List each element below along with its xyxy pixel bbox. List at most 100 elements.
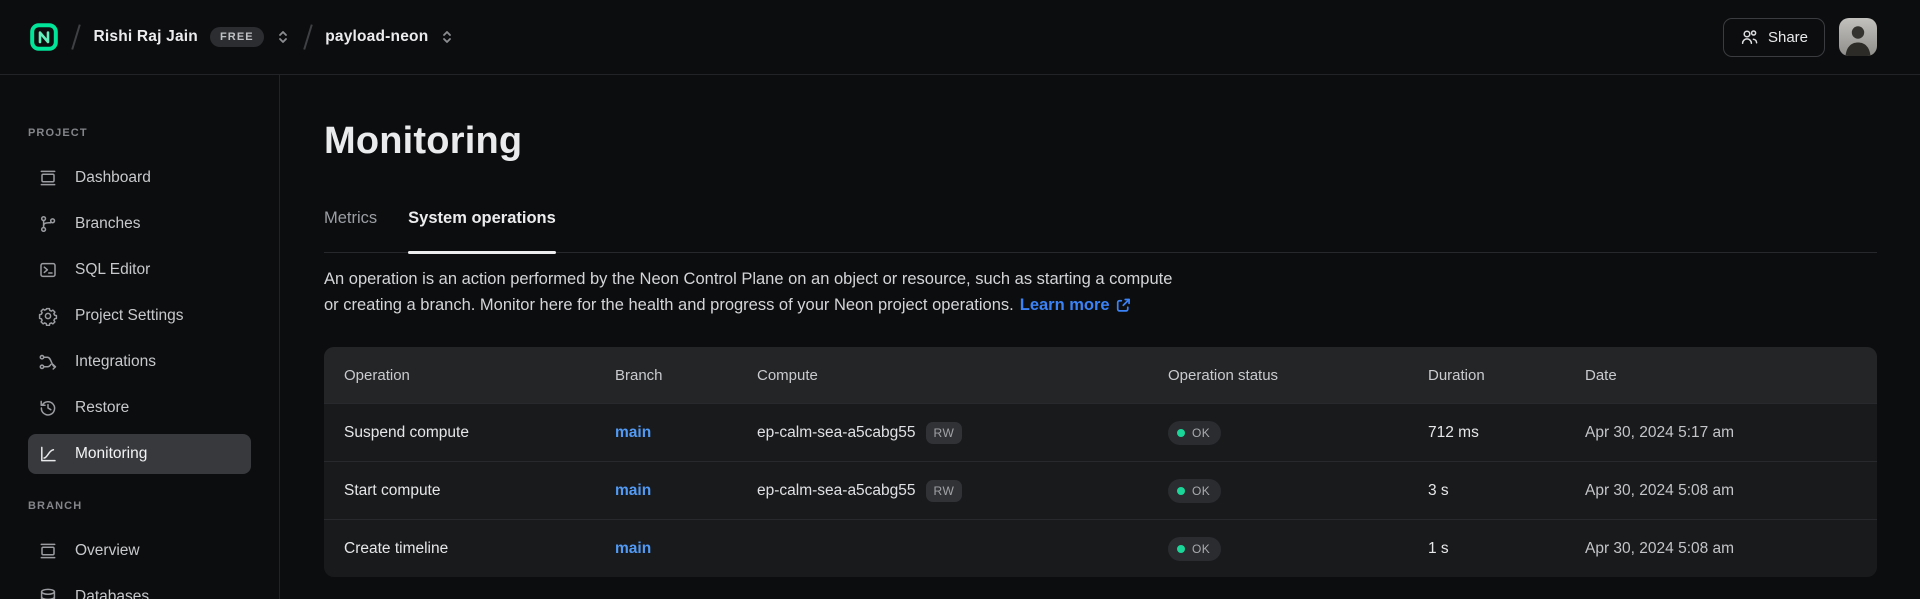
status-dot-icon bbox=[1177, 429, 1185, 437]
sidebar-item-databases[interactable]: Databases bbox=[28, 577, 251, 599]
column-header-duration: Duration bbox=[1408, 367, 1565, 384]
status-label: OK bbox=[1192, 542, 1210, 556]
tab-system-operations[interactable]: System operations bbox=[408, 209, 556, 252]
status-cell: OK bbox=[1148, 421, 1408, 445]
column-header-operation-status: Operation status bbox=[1148, 367, 1408, 384]
sidebar-item-label: Monitoring bbox=[75, 445, 147, 463]
sidebar-item-sql-editor[interactable]: SQL Editor bbox=[28, 250, 251, 290]
duration-cell: 3 s bbox=[1408, 482, 1565, 500]
user-avatar[interactable] bbox=[1839, 18, 1877, 56]
window-icon bbox=[38, 541, 58, 561]
integrations-icon bbox=[38, 352, 58, 372]
git-branch-icon bbox=[38, 214, 58, 234]
sidebar-item-overview[interactable]: Overview bbox=[28, 531, 251, 571]
sidebar-item-label: Databases bbox=[75, 588, 149, 599]
tab-metrics[interactable]: Metrics bbox=[324, 209, 377, 252]
status-label: OK bbox=[1192, 484, 1210, 498]
sidebar-item-label: Restore bbox=[75, 399, 129, 417]
status-badge: OK bbox=[1168, 537, 1221, 561]
status-dot-icon bbox=[1177, 545, 1185, 553]
learn-more-link[interactable]: Learn more bbox=[1020, 292, 1131, 318]
terminal-icon bbox=[38, 260, 58, 280]
date-cell: Apr 30, 2024 5:08 am bbox=[1565, 540, 1877, 558]
chart-line-icon bbox=[38, 444, 58, 464]
topbar: Rishi Raj Jain FREE payload-neon Share bbox=[0, 0, 1920, 75]
sidebar-item-label: Overview bbox=[75, 542, 140, 560]
sidebar-item-dashboard[interactable]: Dashboard bbox=[28, 158, 251, 198]
sidebar-item-branches[interactable]: Branches bbox=[28, 204, 251, 244]
description-line2: or creating a branch. Monitor here for t… bbox=[324, 296, 1014, 314]
external-link-icon bbox=[1116, 298, 1131, 313]
status-cell: OK bbox=[1148, 479, 1408, 503]
table-header-row: Operation Branch Compute Operation statu… bbox=[324, 347, 1877, 403]
sidebar: PROJECT Dashboard Branches SQL Editor Proje… bbox=[0, 75, 280, 599]
sidebar-item-project-settings[interactable]: Project Settings bbox=[28, 296, 251, 336]
table-row: Suspend compute main ep-calm-sea-a5cabg55 R… bbox=[324, 403, 1877, 461]
status-dot-icon bbox=[1177, 487, 1185, 495]
sidebar-item-label: Branches bbox=[75, 215, 140, 233]
status-badge: OK bbox=[1168, 421, 1221, 445]
table-row: Start compute main ep-calm-sea-a5cabg55 RW O… bbox=[324, 461, 1877, 519]
date-cell: Apr 30, 2024 5:08 am bbox=[1565, 482, 1877, 500]
project-switcher[interactable]: payload-neon bbox=[325, 28, 454, 46]
share-button-label: Share bbox=[1768, 29, 1808, 46]
tabs: Metrics System operations bbox=[324, 209, 1877, 253]
sidebar-item-label: Project Settings bbox=[75, 307, 184, 325]
sidebar-item-label: SQL Editor bbox=[75, 261, 150, 279]
sidebar-item-label: Integrations bbox=[75, 353, 156, 371]
org-switcher[interactable]: Rishi Raj Jain FREE bbox=[94, 27, 290, 47]
duration-cell: 712 ms bbox=[1408, 424, 1565, 442]
operation-cell: Start compute bbox=[324, 482, 595, 500]
branch-cell: main bbox=[595, 424, 737, 442]
branch-link[interactable]: main bbox=[615, 482, 651, 500]
gear-icon bbox=[38, 306, 58, 326]
page-title: Monitoring bbox=[324, 118, 1877, 164]
sidebar-section-label: PROJECT bbox=[28, 127, 279, 139]
plan-badge: FREE bbox=[210, 27, 264, 47]
compute-endpoint: ep-calm-sea-a5cabg55 bbox=[757, 482, 916, 500]
sidebar-item-monitoring[interactable]: Monitoring bbox=[28, 434, 251, 474]
table-row: Create timeline main OK 1 sApr 30, 2024 5:0… bbox=[324, 519, 1877, 577]
dashboard-icon bbox=[38, 168, 58, 188]
compute-rw-badge: RW bbox=[926, 480, 963, 502]
compute-cell: ep-calm-sea-a5cabg55 RW bbox=[737, 480, 1148, 502]
share-button[interactable]: Share bbox=[1723, 18, 1825, 57]
column-header-branch: Branch bbox=[595, 367, 737, 384]
org-name: Rishi Raj Jain bbox=[94, 28, 198, 46]
breadcrumb-separator bbox=[303, 24, 312, 49]
status-cell: OK bbox=[1148, 537, 1408, 561]
operation-cell: Create timeline bbox=[324, 540, 595, 558]
branch-cell: main bbox=[595, 540, 737, 558]
branch-link[interactable]: main bbox=[615, 424, 651, 442]
project-name: payload-neon bbox=[325, 28, 428, 46]
sidebar-item-restore[interactable]: Restore bbox=[28, 388, 251, 428]
branch-cell: main bbox=[595, 482, 737, 500]
compute-cell: ep-calm-sea-a5cabg55 RW bbox=[737, 422, 1148, 444]
operations-table: Operation Branch Compute Operation statu… bbox=[324, 347, 1877, 577]
compute-rw-badge: RW bbox=[926, 422, 963, 444]
operation-cell: Suspend compute bbox=[324, 424, 595, 442]
breadcrumb-separator bbox=[71, 24, 80, 49]
status-label: OK bbox=[1192, 426, 1210, 440]
learn-more-label: Learn more bbox=[1020, 292, 1110, 318]
sidebar-item-label: Dashboard bbox=[75, 169, 151, 187]
column-header-compute: Compute bbox=[737, 367, 1148, 384]
neon-logo[interactable] bbox=[30, 23, 58, 51]
status-badge: OK bbox=[1168, 479, 1221, 503]
chevron-updown-icon[interactable] bbox=[276, 29, 290, 45]
share-users-icon bbox=[1740, 28, 1759, 47]
database-icon bbox=[38, 587, 58, 599]
column-header-date: Date bbox=[1565, 367, 1877, 384]
chevron-updown-icon[interactable] bbox=[440, 29, 454, 45]
column-header-operation: Operation bbox=[324, 367, 595, 384]
history-icon bbox=[38, 398, 58, 418]
main-content: Monitoring Metrics System operations An … bbox=[281, 75, 1920, 599]
date-cell: Apr 30, 2024 5:17 am bbox=[1565, 424, 1877, 442]
duration-cell: 1 s bbox=[1408, 540, 1565, 558]
compute-endpoint: ep-calm-sea-a5cabg55 bbox=[757, 424, 916, 442]
branch-link[interactable]: main bbox=[615, 540, 651, 558]
description-line1: An operation is an action performed by t… bbox=[324, 270, 1172, 288]
sidebar-item-integrations[interactable]: Integrations bbox=[28, 342, 251, 382]
page-description: An operation is an action performed by t… bbox=[324, 266, 1424, 318]
sidebar-section-label: BRANCH bbox=[28, 500, 279, 512]
